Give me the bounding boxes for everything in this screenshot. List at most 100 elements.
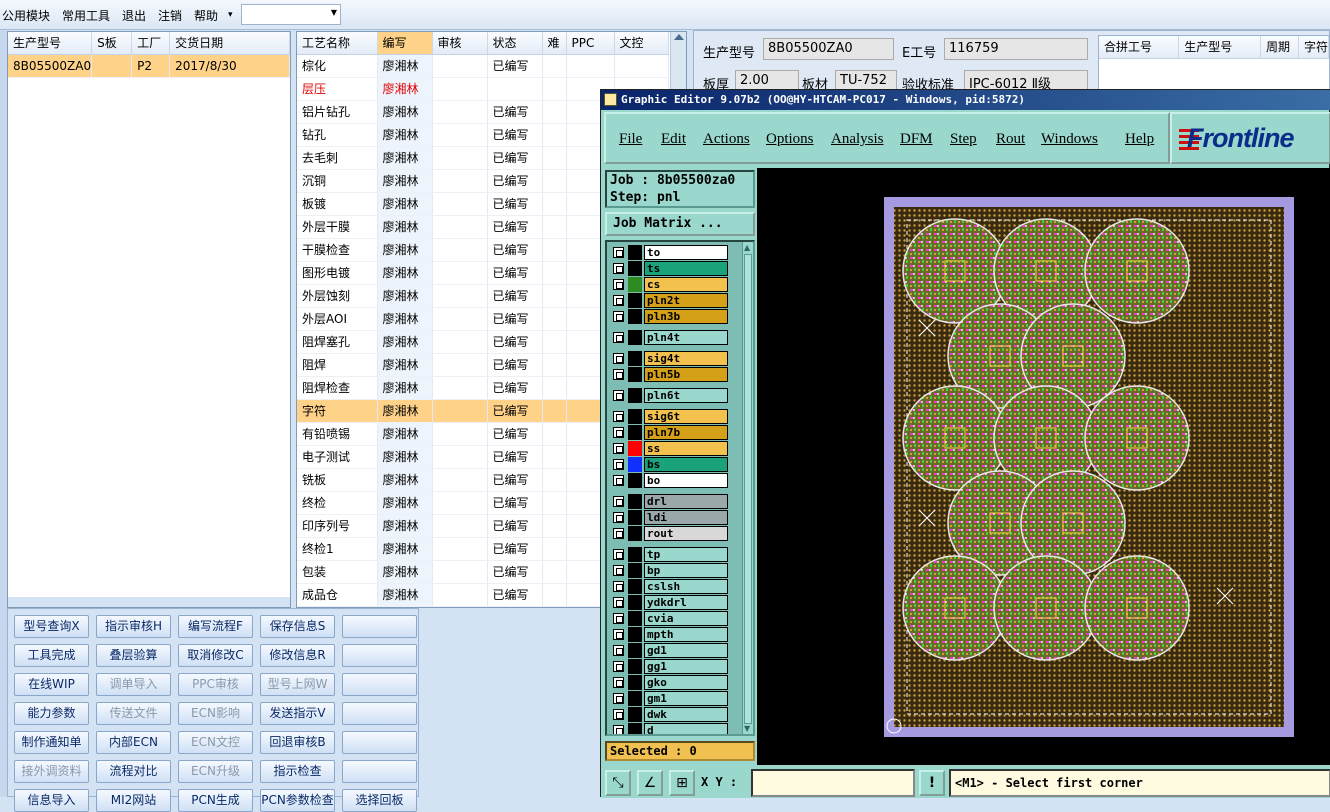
layer-color-swatch[interactable] — [628, 595, 642, 610]
layer-row[interactable]: gg1 — [611, 659, 729, 674]
layer-color-swatch[interactable] — [628, 723, 642, 734]
action-button[interactable]: 指示检查 — [260, 760, 335, 783]
layer-checkbox[interactable] — [613, 661, 624, 672]
col-ppc[interactable]: PPC — [566, 32, 615, 55]
eno-field[interactable]: 116759 — [944, 38, 1088, 60]
col-writer[interactable]: 编写 — [377, 32, 433, 55]
scroll-up-icon[interactable]: ▲ — [744, 243, 750, 252]
layer-row[interactable]: to — [611, 245, 729, 260]
layer-name[interactable]: cslsh — [644, 579, 728, 594]
layer-checkbox[interactable] — [613, 565, 624, 576]
layer-checkbox[interactable] — [613, 677, 624, 688]
layer-row[interactable]: bo — [611, 473, 729, 488]
col-factory[interactable]: 工厂 — [131, 32, 171, 55]
alert-icon[interactable]: ! — [919, 770, 945, 796]
action-button[interactable]: 指示审核H — [96, 615, 171, 638]
layer-color-swatch[interactable] — [628, 510, 642, 525]
layer-color-swatch[interactable] — [628, 611, 642, 626]
layer-row[interactable]: cs — [611, 277, 729, 292]
layer-row[interactable]: sig6t — [611, 409, 729, 424]
layer-name[interactable]: pln6t — [644, 388, 728, 403]
layer-color-swatch[interactable] — [628, 494, 642, 509]
action-button[interactable]: 传送文件 — [96, 702, 171, 725]
layer-name[interactable]: gd1 — [644, 643, 728, 658]
layer-row[interactable]: bp — [611, 563, 729, 578]
layer-checkbox[interactable] — [613, 597, 624, 608]
layer-row[interactable]: ydkdrl — [611, 595, 729, 610]
measure-icon[interactable]: ∠ — [637, 770, 663, 796]
graphic-editor-titlebar[interactable]: Graphic Editor 9.07b2 (OO@HY-HTCAM-PC017… — [601, 90, 1330, 110]
layer-checkbox[interactable] — [613, 459, 624, 470]
layer-color-swatch[interactable] — [628, 388, 642, 403]
menu-file[interactable]: File — [619, 131, 642, 148]
layer-row[interactable]: pln2t — [611, 293, 729, 308]
layer-name[interactable]: ss — [644, 441, 728, 456]
action-button[interactable]: 信息导入 — [14, 789, 89, 812]
action-button[interactable] — [342, 615, 417, 638]
layer-list-scrollbar[interactable]: ▲ ▼ — [742, 242, 753, 734]
col-delivery-date[interactable]: 交货日期 — [169, 32, 290, 55]
module-combo[interactable]: ▼ — [241, 4, 341, 25]
layer-row[interactable]: cslsh — [611, 579, 729, 594]
layer-checkbox[interactable] — [613, 311, 624, 322]
layer-color-swatch[interactable] — [628, 627, 642, 642]
col-combine-eno[interactable]: 合拼工号 — [1099, 36, 1180, 59]
layer-name[interactable]: tp — [644, 547, 728, 562]
layer-color-swatch[interactable] — [628, 425, 642, 440]
layer-name[interactable]: dwk — [644, 707, 728, 722]
process-row[interactable]: 棕化 廖湘林 已编写 — [297, 54, 669, 78]
layer-color-swatch[interactable] — [628, 351, 642, 366]
layer-checkbox[interactable] — [613, 613, 624, 624]
layer-color-swatch[interactable] — [628, 261, 642, 276]
layer-row[interactable]: sig4t — [611, 351, 729, 366]
menu-analysis[interactable]: Analysis — [831, 131, 884, 148]
layer-name[interactable]: cs — [644, 277, 728, 292]
layer-name[interactable]: drl — [644, 494, 728, 509]
layer-row[interactable]: tp — [611, 547, 729, 562]
menu-step[interactable]: Step — [950, 131, 977, 148]
action-button[interactable] — [342, 731, 417, 754]
menu-common-tools[interactable]: 常用工具 — [62, 7, 110, 24]
layer-row[interactable]: ldi — [611, 510, 729, 525]
scroll-up-icon[interactable] — [673, 34, 684, 40]
col-combine-char[interactable]: 字符 — [1298, 36, 1330, 59]
menu-logout[interactable]: 注销 — [158, 7, 182, 24]
layer-color-swatch[interactable] — [628, 547, 642, 562]
action-button[interactable]: 内部ECN — [96, 731, 171, 754]
layer-checkbox[interactable] — [613, 581, 624, 592]
layer-color-swatch[interactable] — [628, 526, 642, 541]
layer-name[interactable]: pln3b — [644, 309, 728, 324]
action-button[interactable]: 在线WIP — [14, 673, 89, 696]
action-button[interactable]: MI2网站 — [96, 789, 171, 812]
menu-rout[interactable]: Rout — [996, 131, 1025, 148]
action-button[interactable]: 型号查询X — [14, 615, 89, 638]
action-button[interactable]: 发送指示V — [260, 702, 335, 725]
col-process-name[interactable]: 工艺名称 — [297, 32, 378, 55]
graphic-canvas[interactable] — [757, 168, 1330, 765]
layer-color-swatch[interactable] — [628, 707, 642, 722]
layer-checkbox[interactable] — [613, 390, 624, 401]
layer-checkbox[interactable] — [613, 295, 624, 306]
snap-grid-icon[interactable]: ⊞ — [669, 770, 695, 796]
layer-row[interactable]: pln7b — [611, 425, 729, 440]
action-button[interactable]: 保存信息S — [260, 615, 335, 638]
col-s-board[interactable]: S板 — [91, 32, 133, 55]
layer-name[interactable]: bs — [644, 457, 728, 472]
action-button[interactable]: ECN升级 — [178, 760, 253, 783]
action-button[interactable]: 流程对比 — [96, 760, 171, 783]
zoom-window-icon[interactable]: ⤡ — [605, 770, 631, 796]
layer-color-swatch[interactable] — [628, 441, 642, 456]
action-button[interactable]: PCN参数检查 — [260, 789, 335, 812]
layer-checkbox[interactable] — [613, 629, 624, 640]
layer-name[interactable]: pln2t — [644, 293, 728, 308]
layer-checkbox[interactable] — [613, 369, 624, 380]
menu-public-module[interactable]: 公用模块 — [2, 7, 50, 24]
col-difficulty[interactable]: 难 — [542, 32, 567, 55]
layer-row[interactable]: bs — [611, 457, 729, 472]
layer-color-swatch[interactable] — [628, 457, 642, 472]
layer-checkbox[interactable] — [613, 709, 624, 720]
action-button[interactable]: 叠层验算 — [96, 644, 171, 667]
layer-row[interactable]: mpth — [611, 627, 729, 642]
layer-row[interactable]: rout — [611, 526, 729, 541]
layer-color-swatch[interactable] — [628, 563, 642, 578]
